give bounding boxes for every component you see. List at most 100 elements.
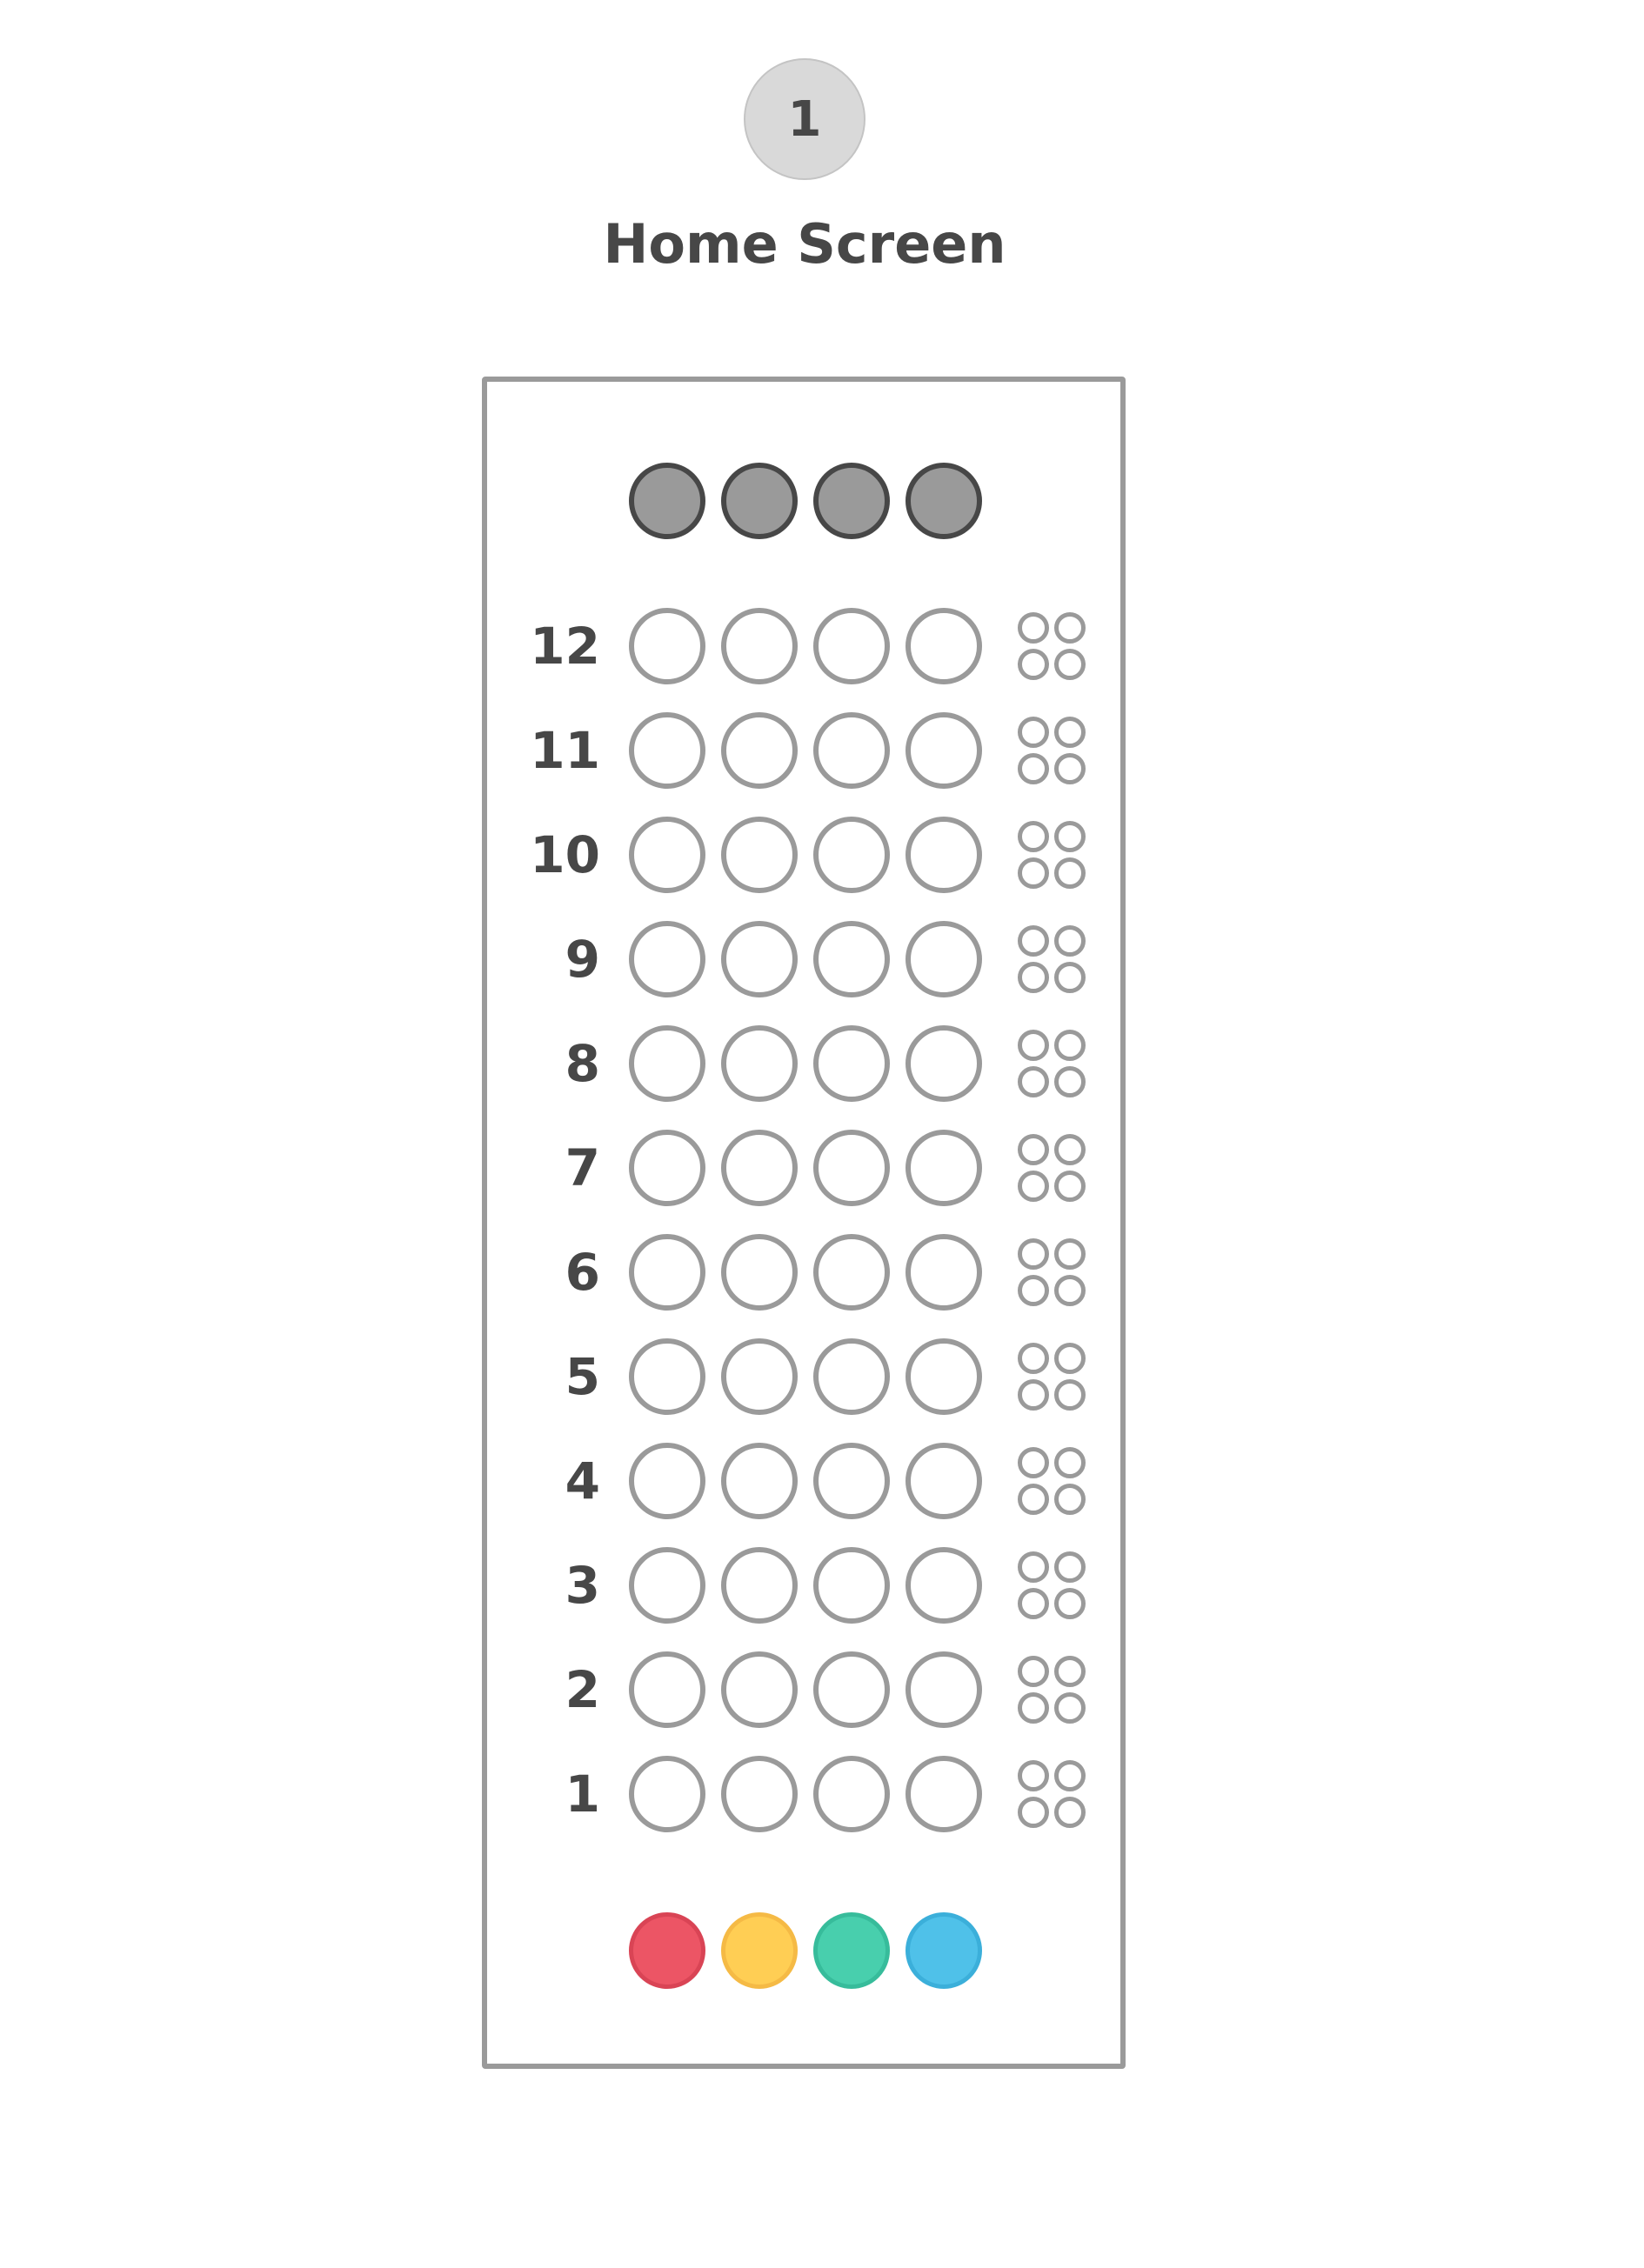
guess-slot[interactable]: [629, 712, 705, 789]
secret-peg: [813, 463, 890, 539]
guess-slot[interactable]: [721, 1025, 798, 1102]
guess-slot[interactable]: [813, 921, 890, 997]
guess-slot[interactable]: [813, 712, 890, 789]
guess-slots: [629, 1338, 982, 1415]
feedback-peg: [1018, 1588, 1049, 1619]
guess-slot[interactable]: [721, 817, 798, 893]
guess-row: 12: [487, 608, 1120, 684]
guess-slot[interactable]: [721, 921, 798, 997]
guess-slot[interactable]: [721, 608, 798, 684]
guess-slot[interactable]: [906, 1547, 982, 1624]
feedback-peg: [1054, 649, 1086, 680]
feedback-peg: [1054, 962, 1086, 993]
feedback-peg: [1018, 1134, 1049, 1165]
guess-slot[interactable]: [629, 1025, 705, 1102]
guess-slot[interactable]: [721, 1338, 798, 1415]
guess-slot[interactable]: [906, 921, 982, 997]
guess-slot[interactable]: [629, 608, 705, 684]
guess-slots: [629, 1025, 982, 1102]
feedback-peg: [1054, 1238, 1086, 1270]
guess-slot[interactable]: [906, 1130, 982, 1206]
guess-slot[interactable]: [629, 921, 705, 997]
guess-row: 2: [487, 1651, 1120, 1728]
feedback-pegs: [1018, 612, 1087, 682]
guess-slot[interactable]: [813, 1234, 890, 1311]
secret-peg: [721, 463, 798, 539]
guess-slot[interactable]: [906, 608, 982, 684]
feedback-peg: [1018, 1343, 1049, 1374]
guess-slots: [629, 1756, 982, 1832]
row-number: 1: [565, 1764, 600, 1824]
guess-slot[interactable]: [906, 1756, 982, 1832]
guess-slot[interactable]: [721, 1756, 798, 1832]
feedback-peg: [1054, 1275, 1086, 1306]
guess-slot[interactable]: [906, 817, 982, 893]
feedback-peg: [1018, 649, 1049, 680]
guess-slot[interactable]: [629, 1338, 705, 1415]
secret-peg: [629, 463, 705, 539]
guess-slot[interactable]: [813, 1547, 890, 1624]
feedback-peg: [1054, 1447, 1086, 1478]
row-number: 4: [565, 1451, 600, 1511]
guess-slot[interactable]: [721, 1130, 798, 1206]
guess-slot[interactable]: [721, 1547, 798, 1624]
guess-row: 8: [487, 1025, 1120, 1102]
guess-slot[interactable]: [629, 1443, 705, 1519]
guess-row: 7: [487, 1130, 1120, 1206]
row-number: 7: [565, 1138, 600, 1197]
guess-slot[interactable]: [813, 1651, 890, 1728]
guess-slot[interactable]: [906, 1651, 982, 1728]
guess-slot[interactable]: [813, 608, 890, 684]
feedback-peg: [1018, 1066, 1049, 1097]
color-peg-yellow[interactable]: [721, 1912, 798, 1989]
feedback-pegs: [1018, 821, 1087, 891]
feedback-peg: [1054, 1551, 1086, 1583]
color-peg-blue[interactable]: [906, 1912, 982, 1989]
guess-slot[interactable]: [813, 1025, 890, 1102]
guess-slot[interactable]: [906, 1338, 982, 1415]
feedback-pegs: [1018, 925, 1087, 995]
guess-slot[interactable]: [629, 1651, 705, 1728]
guess-slot[interactable]: [813, 1756, 890, 1832]
feedback-peg: [1018, 1656, 1049, 1687]
guess-slot[interactable]: [813, 1338, 890, 1415]
guess-slot[interactable]: [629, 1547, 705, 1624]
feedback-peg: [1054, 1066, 1086, 1097]
guess-slot[interactable]: [721, 1234, 798, 1311]
feedback-peg: [1018, 1692, 1049, 1724]
feedback-pegs: [1018, 1760, 1087, 1830]
guess-slots: [629, 1234, 982, 1311]
feedback-peg: [1054, 717, 1086, 748]
guess-slot[interactable]: [629, 1130, 705, 1206]
guess-slot[interactable]: [721, 712, 798, 789]
guess-slot[interactable]: [721, 1651, 798, 1728]
feedback-peg: [1054, 1692, 1086, 1724]
guess-slot[interactable]: [906, 1025, 982, 1102]
guess-slot[interactable]: [906, 712, 982, 789]
guess-slot[interactable]: [629, 1234, 705, 1311]
guess-slots: [629, 1443, 982, 1519]
guess-row: 3: [487, 1547, 1120, 1624]
guess-slot[interactable]: [721, 1443, 798, 1519]
feedback-peg: [1054, 1134, 1086, 1165]
guess-slot[interactable]: [813, 1130, 890, 1206]
feedback-peg: [1018, 1275, 1049, 1306]
guess-slot[interactable]: [629, 1756, 705, 1832]
feedback-peg: [1054, 612, 1086, 644]
color-peg-green[interactable]: [813, 1912, 890, 1989]
feedback-peg: [1018, 1484, 1049, 1515]
color-peg-red[interactable]: [629, 1912, 705, 1989]
guess-slot[interactable]: [906, 1234, 982, 1311]
feedback-peg: [1054, 1797, 1086, 1828]
guess-slot[interactable]: [813, 817, 890, 893]
guess-slot[interactable]: [906, 1443, 982, 1519]
feedback-pegs: [1018, 1030, 1087, 1099]
guess-slot[interactable]: [629, 817, 705, 893]
feedback-peg: [1018, 1551, 1049, 1583]
row-number: 9: [565, 930, 600, 989]
guess-slot[interactable]: [813, 1443, 890, 1519]
guess-slots: [629, 817, 982, 893]
game-board: 12 11 10 9 8 7 6 5 4 3 2 1: [482, 377, 1126, 2069]
step-number-badge: 1: [744, 58, 865, 180]
feedback-pegs: [1018, 1134, 1087, 1204]
